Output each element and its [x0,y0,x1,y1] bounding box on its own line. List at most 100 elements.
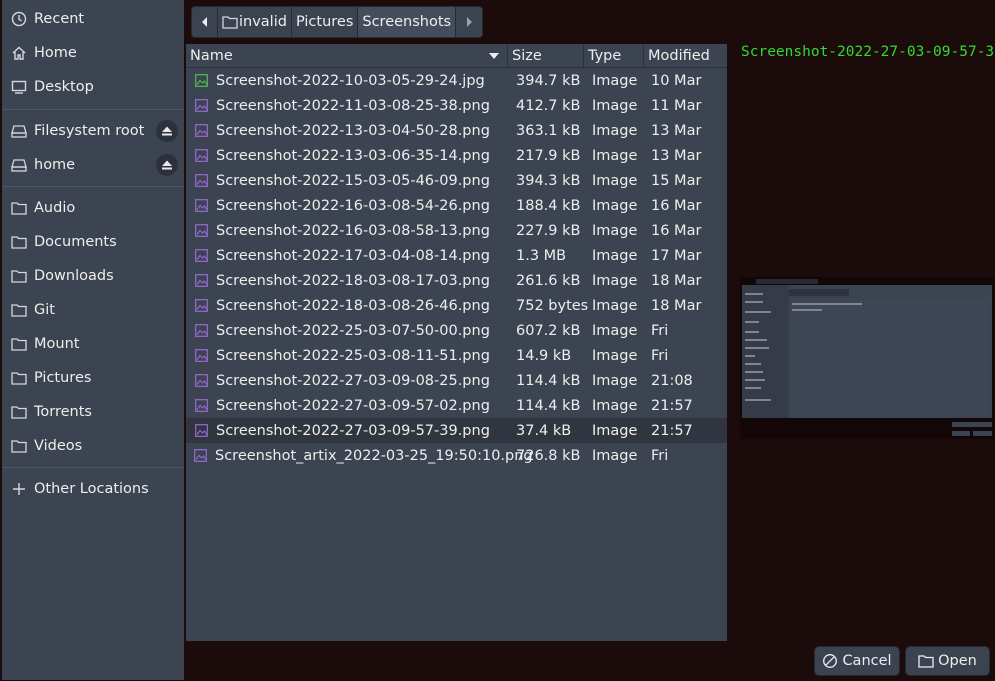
column-header-label: Size [512,48,542,64]
preview-thumbnail [740,277,994,439]
table-row[interactable]: Screenshot-2022-25-03-07-50-00.png 607.2 … [186,318,727,343]
cancel-button[interactable]: Cancel [814,646,900,676]
table-row[interactable]: Screenshot-2022-16-03-08-58-13.png 227.9 … [186,218,727,243]
sidebar-item-desktop[interactable]: Desktop [2,71,184,103]
table-row[interactable]: Screenshot-2022-18-03-08-26-46.png 752 by… [186,293,727,318]
path-segment-screenshots[interactable]: Screenshots [358,7,457,37]
file-size: 412.7 kB [516,97,581,114]
folder-icon [10,302,28,318]
path-segment-pictures[interactable]: Pictures [291,7,359,37]
path-back-button[interactable] [192,7,218,37]
path-forward-button[interactable] [456,7,483,37]
sidebar-item-documents[interactable]: Documents [2,226,184,258]
file-name-cell: Screenshot-2022-10-03-05-29-24.jpg [186,73,508,89]
plus-icon [10,481,28,497]
file-chooser-dialog: Recent Home Desktop Filesystem root home… [0,0,995,681]
image-file-icon [194,324,208,338]
file-size: 227.9 kB [516,222,581,239]
sort-descending-icon [489,53,499,59]
file-size: 188.4 kB [516,197,581,214]
sidebar-item-torrents[interactable]: Torrents [2,396,184,428]
table-row[interactable]: Screenshot-2022-13-03-06-35-14.png 217.9 … [186,143,727,168]
sidebar-item-label: Filesystem root [34,123,145,139]
drive-icon [10,123,28,139]
file-name-cell: Screenshot-2022-27-03-09-57-39.png [186,423,508,439]
table-row[interactable]: Screenshot-2022-16-03-08-54-26.png 188.4 … [186,193,727,218]
eject-icon[interactable] [156,154,178,176]
table-row[interactable]: Screenshot-2022-11-03-08-25-38.png 412.7 … [186,93,727,118]
file-modified: 21:57 [651,397,693,414]
path-segment-invalid[interactable]: invalid [218,7,292,37]
file-name-cell: Screenshot-2022-15-03-05-46-09.png [186,173,508,189]
table-row[interactable]: Screenshot-2022-27-03-09-08-25.png 114.4 … [186,368,727,393]
column-header-modified[interactable]: Modified [644,44,727,68]
column-header-size[interactable]: Size [508,44,584,68]
chevron-left-icon [201,17,207,27]
table-row[interactable]: Screenshot-2022-25-03-08-11-51.png 14.9 k… [186,343,727,368]
home-icon [10,45,28,61]
sidebar-item-pictures[interactable]: Pictures [2,362,184,394]
image-file-icon [194,274,208,288]
file-modified: Fri [651,447,669,464]
table-row[interactable]: Screenshot-2022-17-03-04-08-14.png 1.3 MB… [186,243,727,268]
sidebar-item-videos[interactable]: Videos [2,430,184,462]
file-name-cell: Screenshot-2022-17-03-04-08-14.png [186,248,508,264]
open-button[interactable]: Open [905,646,990,676]
file-size: 607.2 kB [516,322,581,339]
file-modified: 21:57 [651,422,693,439]
sidebar-item-home-drive[interactable]: home [2,149,184,181]
file-name: Screenshot-2022-18-03-08-26-46.png [216,297,490,314]
sidebar-item-label: Torrents [34,404,92,420]
table-row[interactable]: Screenshot-2022-27-03-09-57-02.png 114.4 … [186,393,727,418]
sidebar-separator [2,186,184,187]
table-row[interactable]: Screenshot_artix_2022-03-25_19:50:10.png… [186,443,727,468]
folder-icon [10,336,28,352]
file-name: Screenshot-2022-13-03-06-35-14.png [216,147,490,164]
file-modified: 17 Mar [651,247,702,264]
column-header-type[interactable]: Type [584,44,644,68]
eject-icon[interactable] [156,120,178,142]
sidebar-item-label: home [34,157,76,173]
column-header-name[interactable]: Name [186,44,508,68]
file-modified: 15 Mar [651,172,702,189]
sidebar-item-home[interactable]: Home [2,37,184,69]
file-name-cell: Screenshot-2022-25-03-07-50-00.png [186,323,508,339]
folder-icon [10,268,28,284]
file-type: Image [592,347,638,364]
file-modified: 16 Mar [651,222,702,239]
folder-icon [10,438,28,454]
sidebar-separator [2,467,184,468]
file-size: 1.3 MB [516,247,567,264]
file-modified: 13 Mar [651,147,702,164]
file-size: 394.3 kB [516,172,581,189]
table-row[interactable]: Screenshot-2022-10-03-05-29-24.jpg 394.7 … [186,68,727,93]
sidebar-item-downloads[interactable]: Downloads [2,260,184,292]
sidebar-item-filesystem-root[interactable]: Filesystem root [2,115,184,147]
table-row[interactable]: Screenshot-2022-13-03-04-50-28.png 363.1 … [186,118,727,143]
file-type: Image [592,122,638,139]
sidebar-item-label: Home [34,45,77,61]
file-name: Screenshot-2022-25-03-08-11-51.png [216,347,490,364]
file-type: Image [592,222,638,239]
file-size: 394.7 kB [516,72,581,89]
table-row[interactable]: Screenshot-2022-18-03-08-17-03.png 261.6 … [186,268,727,293]
sidebar-item-git[interactable]: Git [2,294,184,326]
sidebar-item-recent[interactable]: Recent [2,3,184,35]
file-size: 752 bytes [516,297,589,314]
sidebar-item-other-locations[interactable]: Other Locations [2,473,184,505]
file-name: Screenshot-2022-17-03-04-08-14.png [216,247,490,264]
sidebar-item-mount[interactable]: Mount [2,328,184,360]
file-name-cell: Screenshot-2022-13-03-04-50-28.png [186,123,508,139]
file-name-cell: Screenshot-2022-13-03-06-35-14.png [186,148,508,164]
path-bar: invalid Pictures Screenshots [191,6,484,38]
file-type: Image [592,372,638,389]
table-row[interactable]: Screenshot-2022-27-03-09-57-39.png 37.4 k… [186,418,727,443]
file-modified: 16 Mar [651,197,702,214]
file-modified: 18 Mar [651,272,702,289]
sidebar-item-audio[interactable]: Audio [2,192,184,224]
column-header-label: Name [190,48,233,64]
preview-filename: Screenshot-2022-27-03-09-57-39.png [741,44,995,60]
file-type: Image [592,72,638,89]
places-sidebar: Recent Home Desktop Filesystem root home… [2,0,184,680]
table-row[interactable]: Screenshot-2022-15-03-05-46-09.png 394.3 … [186,168,727,193]
